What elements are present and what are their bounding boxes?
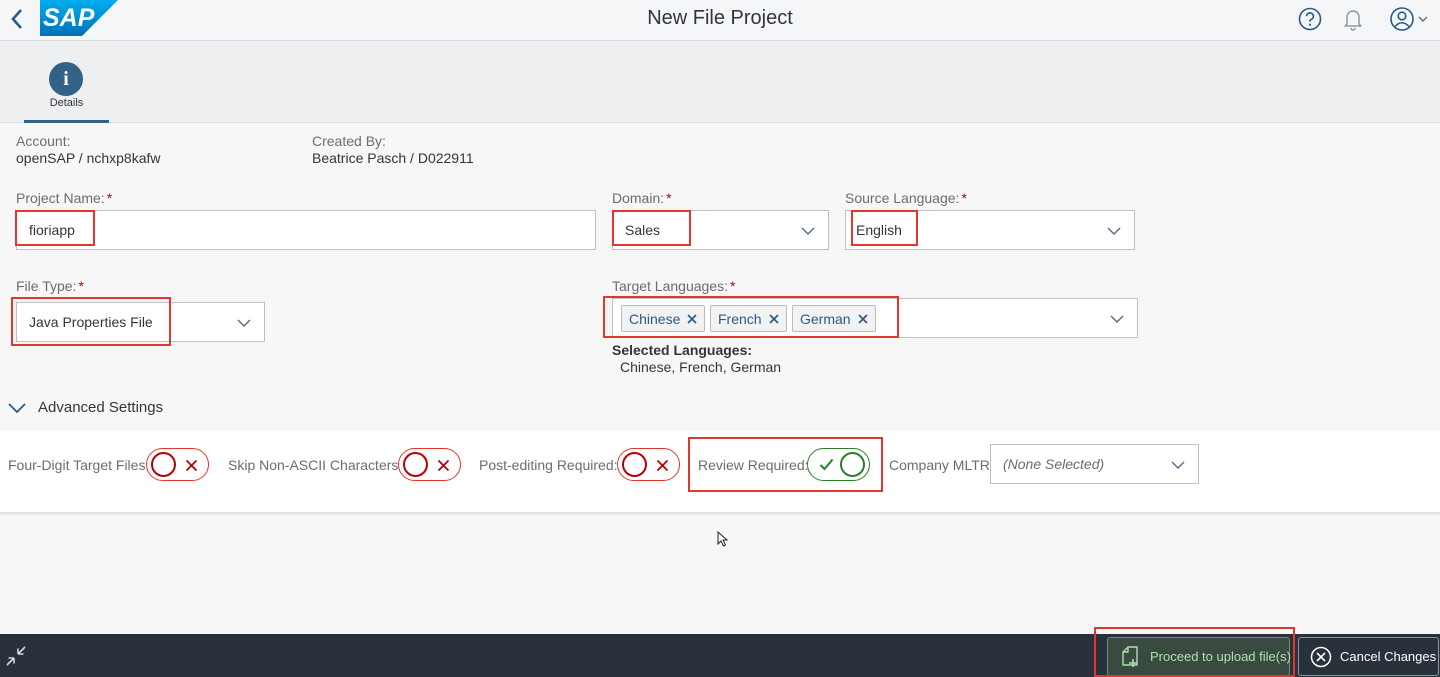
token-chinese-label: Chinese xyxy=(629,310,681,327)
token-remove-icon[interactable] xyxy=(857,313,869,325)
created-by-label: Created By: xyxy=(312,133,386,149)
file-type-label: File Type: * xyxy=(16,278,84,294)
cancel-changes-label: Cancel Changes xyxy=(1340,649,1437,664)
skip-non-ascii-switch[interactable] xyxy=(398,448,461,481)
switch-knob xyxy=(151,452,176,477)
details-form: Account: openSAP / nchxp8kafw Created By… xyxy=(0,123,1440,431)
empty-area xyxy=(0,513,1440,634)
switch-knob xyxy=(622,452,647,477)
object-header: i Details xyxy=(0,41,1440,123)
target-languages-multiselect[interactable]: Chinese French German xyxy=(612,298,1138,338)
collapse-icon[interactable] xyxy=(4,644,28,668)
advanced-settings-title: Advanced Settings xyxy=(38,399,164,416)
domain-select[interactable]: Sales xyxy=(612,210,829,250)
source-language-value: English xyxy=(856,222,902,238)
back-icon xyxy=(11,9,22,29)
user-menu-button[interactable] xyxy=(1384,6,1432,32)
review-required-switch[interactable] xyxy=(807,448,870,481)
source-language-label-text: Source Language: xyxy=(845,190,960,206)
chevron-down-icon xyxy=(237,319,251,328)
target-languages-label-text: Target Languages: xyxy=(612,278,728,294)
token-remove-icon[interactable] xyxy=(686,313,698,325)
cancel-circle-icon xyxy=(1310,646,1332,667)
add-document-icon xyxy=(1122,645,1138,667)
advanced-settings-toggle[interactable]: Advanced Settings xyxy=(8,399,163,416)
project-name-value: fioriapp xyxy=(29,222,75,238)
target-languages-label: Target Languages: * xyxy=(612,278,735,294)
domain-value: Sales xyxy=(625,222,661,238)
mouse-cursor-icon xyxy=(717,531,729,547)
chevron-down-icon xyxy=(1107,227,1121,236)
skip-non-ascii-label: Skip Non-ASCII Characters: xyxy=(228,457,403,473)
project-name-label-text: Project Name: xyxy=(16,190,105,206)
page-title: New File Project xyxy=(647,7,793,29)
review-required-label: Review Required: xyxy=(698,457,809,473)
tab-details-label: Details xyxy=(49,97,84,109)
source-language-label: Source Language: * xyxy=(845,190,967,206)
advanced-settings-panel: Four-Digit Target Files: Skip Non-ASCII … xyxy=(0,431,1440,513)
user-account-icon xyxy=(1389,7,1414,31)
token-french-label: French xyxy=(718,310,762,327)
switch-knob xyxy=(840,452,865,477)
cross-icon xyxy=(437,459,450,472)
project-name-label: Project Name: * xyxy=(16,190,112,206)
company-mltr-select[interactable]: (None Selected) xyxy=(990,444,1199,484)
help-icon xyxy=(1298,7,1322,31)
notification-bell-icon xyxy=(1344,10,1362,31)
cross-icon xyxy=(656,459,669,472)
cross-icon xyxy=(185,459,198,472)
company-mltr-value: (None Selected) xyxy=(1003,456,1105,472)
required-mark: * xyxy=(729,278,736,294)
chevron-down-icon xyxy=(8,402,26,413)
token-french[interactable]: French xyxy=(710,305,787,332)
token-remove-icon[interactable] xyxy=(768,313,780,325)
back-button[interactable] xyxy=(6,6,28,32)
footer-toolbar: Proceed to upload file(s) Cancel Changes xyxy=(0,627,1440,677)
domain-label: Domain: * xyxy=(612,190,672,206)
source-language-select[interactable]: English xyxy=(845,210,1135,250)
proceed-upload-label: Proceed to upload file(s) xyxy=(1150,649,1291,664)
domain-label-text: Domain: xyxy=(612,190,665,206)
project-name-input[interactable]: fioriapp xyxy=(16,210,596,250)
required-mark: * xyxy=(666,190,672,206)
info-icon: i xyxy=(49,62,83,96)
account-label: Account: xyxy=(16,133,71,149)
post-editing-switch[interactable] xyxy=(617,448,680,481)
post-editing-label: Post-editing Required: xyxy=(479,457,618,473)
chevron-down-icon xyxy=(1171,461,1185,470)
file-type-label-text: File Type: xyxy=(16,278,77,294)
token-chinese[interactable]: Chinese xyxy=(621,305,706,332)
account-value: openSAP / nchxp8kafw xyxy=(16,150,161,166)
chevron-down-icon xyxy=(801,227,815,236)
chevron-down-icon[interactable] xyxy=(1109,311,1125,327)
required-mark: * xyxy=(106,190,113,206)
shell-bar: SAP New File Project xyxy=(0,0,1440,41)
company-mltr-label: Company MLTR: xyxy=(889,457,994,473)
required-mark: * xyxy=(961,190,967,206)
sap-logo-text: SAP xyxy=(43,4,95,32)
help-button[interactable] xyxy=(1296,6,1324,32)
token-german-label: German xyxy=(800,310,851,327)
four-digit-label: Four-Digit Target Files: xyxy=(8,457,150,473)
selected-languages-label: Selected Languages: xyxy=(612,342,753,358)
chevron-down-icon xyxy=(1418,16,1427,22)
token-german[interactable]: German xyxy=(792,305,876,332)
notifications-button[interactable] xyxy=(1339,6,1367,32)
proceed-upload-button[interactable]: Proceed to upload file(s) xyxy=(1107,637,1291,676)
required-mark: * xyxy=(78,278,84,294)
tab-details[interactable]: i Details xyxy=(24,41,109,123)
sap-logo: SAP xyxy=(40,0,118,36)
file-type-value: Java Properties File xyxy=(29,314,153,330)
switch-knob xyxy=(403,452,428,477)
selected-languages-value: Chinese, French, German xyxy=(620,359,782,375)
checkmark-icon xyxy=(819,458,834,471)
cancel-changes-button[interactable]: Cancel Changes xyxy=(1298,637,1439,676)
four-digit-switch[interactable] xyxy=(146,448,209,481)
file-type-select[interactable]: Java Properties File xyxy=(16,302,265,342)
created-by-value: Beatrice Pasch / D022911 xyxy=(312,150,474,166)
